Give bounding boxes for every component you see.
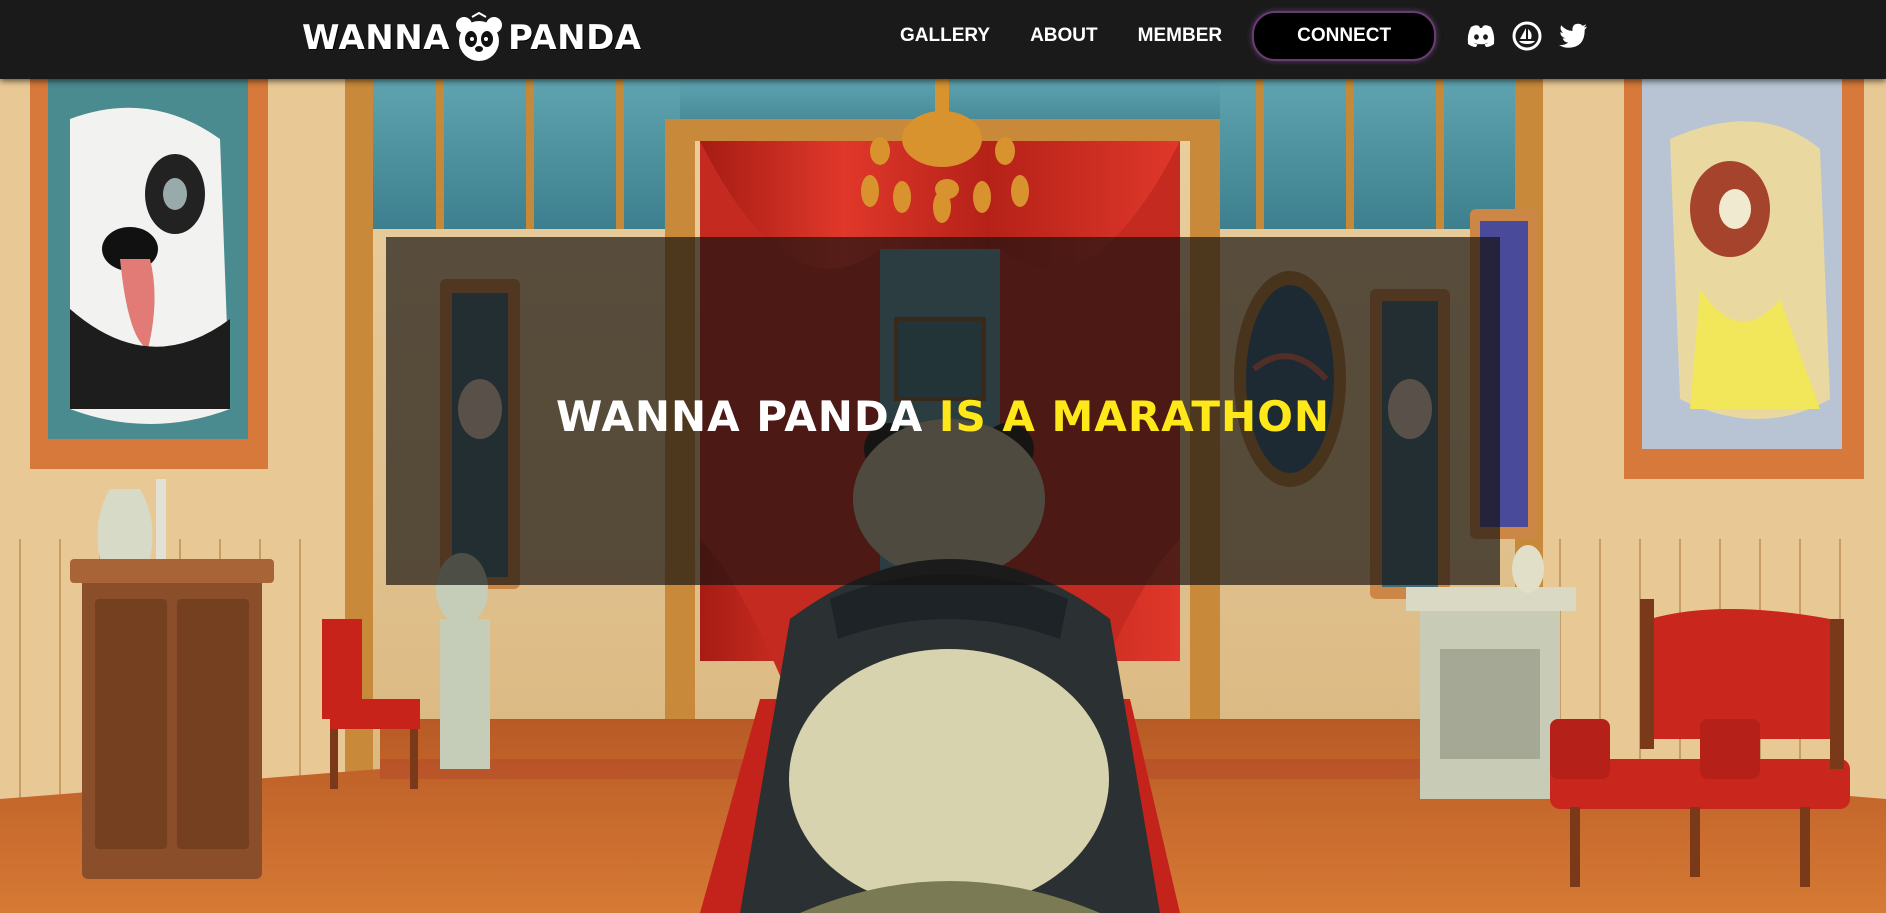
top-navigation-bar: WANNA PANDA GALLERY ABOUT MEMBER CONNECT	[0, 0, 1886, 79]
twitter-icon[interactable]	[1558, 21, 1588, 51]
connect-button[interactable]: CONNECT	[1252, 11, 1437, 61]
nav-about[interactable]: ABOUT	[1030, 25, 1098, 47]
discord-icon[interactable]	[1466, 21, 1496, 51]
main-nav: GALLERY ABOUT MEMBER CONNECT	[900, 0, 1604, 72]
headline-yellow-part: IS A MARATHON	[938, 392, 1331, 441]
logo-text-left: WANNA	[302, 18, 451, 58]
logo-text-right: PANDA	[508, 18, 642, 58]
hero-headline: WANNA PANDA IS A MARATHON	[0, 392, 1886, 441]
nav-gallery[interactable]: GALLERY	[900, 25, 990, 47]
opensea-icon[interactable]	[1512, 21, 1542, 51]
panda-logo-icon	[456, 11, 503, 61]
brand-logo[interactable]: WANNA PANDA	[302, 8, 642, 68]
nav-member[interactable]: MEMBER	[1138, 25, 1222, 47]
headline-white-part: WANNA PANDA	[555, 392, 924, 441]
